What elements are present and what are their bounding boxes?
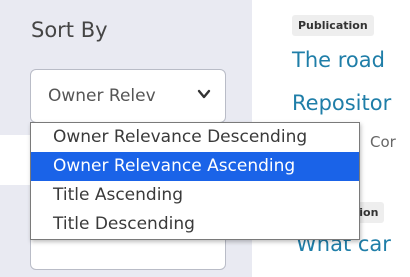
sort-options-list: Owner Relevance Descending Owner Relevan… xyxy=(30,122,360,240)
sort-by-heading: Sort By xyxy=(31,18,108,42)
sort-select[interactable]: Owner Relev xyxy=(30,69,226,123)
sort-option-title-ascending[interactable]: Title Ascending xyxy=(31,181,359,210)
chevron-down-icon xyxy=(197,89,211,99)
sort-option-owner-relevance-ascending[interactable]: Owner Relevance Ascending xyxy=(31,152,359,181)
sort-option-owner-relevance-descending[interactable]: Owner Relevance Descending xyxy=(31,123,359,152)
result-title-link[interactable]: The road xyxy=(292,48,385,72)
result-title-link-continued[interactable]: Repositor xyxy=(292,91,391,115)
result-type-badge: Publication xyxy=(292,15,374,36)
result-meta: Cor xyxy=(370,133,396,151)
sort-option-title-descending[interactable]: Title Descending xyxy=(31,210,359,239)
sort-select-value: Owner Relev xyxy=(48,86,156,106)
